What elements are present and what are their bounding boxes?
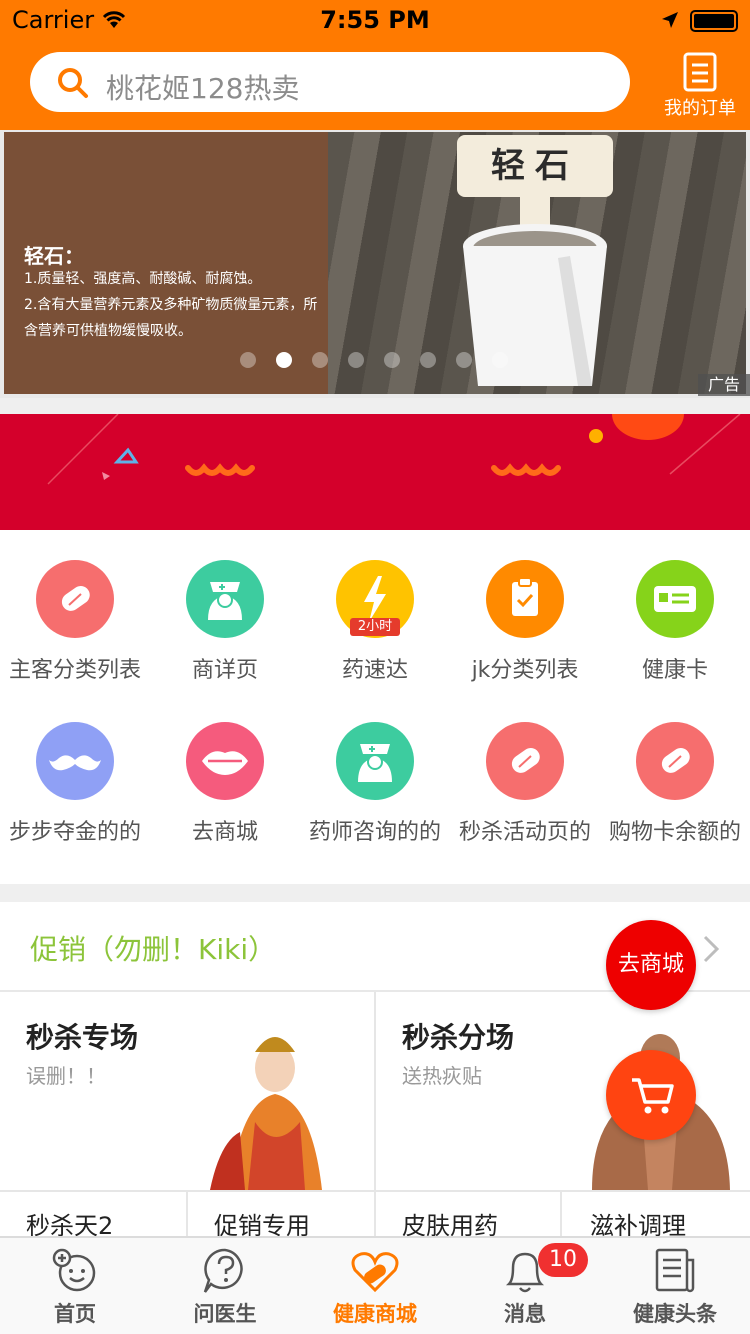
my-orders-button[interactable]: 我的订单 [650,50,750,120]
subcategory-divider [560,1190,562,1240]
card-title: 秒杀专场 [26,1021,139,1054]
banner-title: 轻石： [24,244,84,268]
category-label: 秒杀活动页的 [458,820,591,845]
promo-banner[interactable] [0,414,750,530]
category-label: jk分类列表 [471,658,579,683]
category-label: 健康卡 [641,658,708,683]
category-label: 步步夺金的的 [8,820,141,845]
search-icon [56,66,90,104]
carousel-dot[interactable] [276,352,292,368]
carousel-indicator [240,352,520,368]
section-divider [0,884,750,902]
category-item[interactable]: 健康卡 [600,530,750,690]
cart-button[interactable] [606,1050,696,1140]
card-subtitle: 误删！！ [26,1064,106,1088]
seckill-card-main[interactable]: 秒杀专场 误删！！ [0,992,374,1190]
category-item[interactable]: jk分类列表 [450,530,600,690]
category-grid: 主客分类列表 商详页 2小时药速达 jk分类列表 健康卡步步夺金的的 去商城 药师咨询的的秒… [0,530,750,886]
banner-line-1: 1.质量轻、强度高、耐酸碱、耐腐蚀。 [24,271,262,287]
category-label: 药师咨询的的 [308,820,441,845]
category-item[interactable]: 步步夺金的的 [0,692,150,852]
card-title: 秒杀分场 [402,1021,515,1054]
clipboard-icon [486,560,564,638]
bottom-tab-bar: 首页 问医生 健康商城 消息 健康头条 [0,1236,750,1334]
category-item[interactable]: 药师咨询的的 [300,692,450,852]
subcategory-divider [186,1190,188,1240]
order-list-icon [650,52,750,92]
product-figure-image [210,1037,322,1190]
nurse-icon [336,722,414,800]
mustache-icon [36,722,114,800]
category-item[interactable]: 购物卡余额的 [600,692,750,852]
tab-label: 问医生 [193,1302,257,1326]
promo-decoration [47,414,741,485]
chevron-right-icon[interactable] [702,934,720,968]
category-item[interactable]: 2小时药速达 [300,530,450,690]
pill-icon [636,722,714,800]
lips-icon [186,722,264,800]
carousel-dot[interactable] [492,352,508,368]
nurse-icon [186,560,264,638]
battery-icon [690,10,738,32]
message-count-badge: 10 [538,1243,588,1277]
category-item[interactable]: 主客分类列表 [0,530,150,690]
top-header: Carrier 7:55 PM 桃花姬128热卖 我的订单 [0,0,750,130]
tab-label: 首页 [54,1302,96,1326]
carousel-dot[interactable] [384,352,400,368]
delivery-time-badge: 2小时 [350,618,400,636]
tab-label: 健康商城 [333,1302,417,1326]
category-label: 去商城 [191,820,258,845]
category-label: 主客分类列表 [8,658,141,683]
pill-icon [486,722,564,800]
banner-description: 1.质量轻、强度高、耐酸碱、耐腐蚀。 2.含有大量营养元素及多种矿物质微量元素，… [24,266,324,344]
search-placeholder: 桃花姬128热卖 [106,72,300,105]
banner-carousel[interactable]: 轻石： 1.质量轻、强度高、耐酸碱、耐腐蚀。 2.含有大量营养元素及多种矿物质微… [0,130,750,398]
ad-label: 广告 [698,374,750,396]
carousel-dot[interactable] [456,352,472,368]
tab-health-mall[interactable]: 健康商城 [300,1238,450,1334]
banner-plant-tag: 轻石 [457,135,613,197]
tab-health-news[interactable]: 健康头条 [600,1238,750,1334]
tab-ask-doctor[interactable]: 问医生 [150,1238,300,1334]
carousel-dot[interactable] [312,352,328,368]
category-item[interactable]: 商详页 [150,530,300,690]
card-icon [636,560,714,638]
card-subtitle: 送热疢贴 [402,1064,482,1088]
status-bar: Carrier 7:55 PM [0,0,750,40]
section-divider [0,398,750,414]
status-time: 7:55 PM [320,6,430,34]
promotion-title: 促销（勿删！Kiki） [30,933,277,966]
go-mall-button[interactable]: 去商城 [606,920,696,1010]
my-orders-label: 我的订单 [664,98,736,119]
carousel-dot[interactable] [420,352,436,368]
category-item[interactable]: 秒杀活动页的 [450,692,600,852]
tab-home[interactable]: 首页 [0,1238,150,1334]
category-item[interactable]: 去商城 [150,692,300,852]
carousel-dot[interactable] [348,352,364,368]
banner-line-2: 2.含有大量营养元素及多种矿物质微量元素，所含营养可供植物缓慢吸收。 [24,297,318,339]
category-label: 购物卡余额的 [608,820,741,845]
lightning-icon: 2小时 [336,560,414,638]
category-label: 药速达 [341,658,408,683]
tab-label: 健康头条 [633,1302,717,1326]
pill-icon [36,560,114,638]
category-label: 商详页 [191,658,258,683]
carousel-dot[interactable] [240,352,256,368]
search-input[interactable]: 桃花姬128热卖 [30,52,630,112]
tab-label: 消息 [504,1302,546,1326]
seckill-subcategories: 秒杀天2 促销专用 皮肤用药 滋补调理 [0,1190,750,1240]
location-arrow-icon [660,10,680,34]
